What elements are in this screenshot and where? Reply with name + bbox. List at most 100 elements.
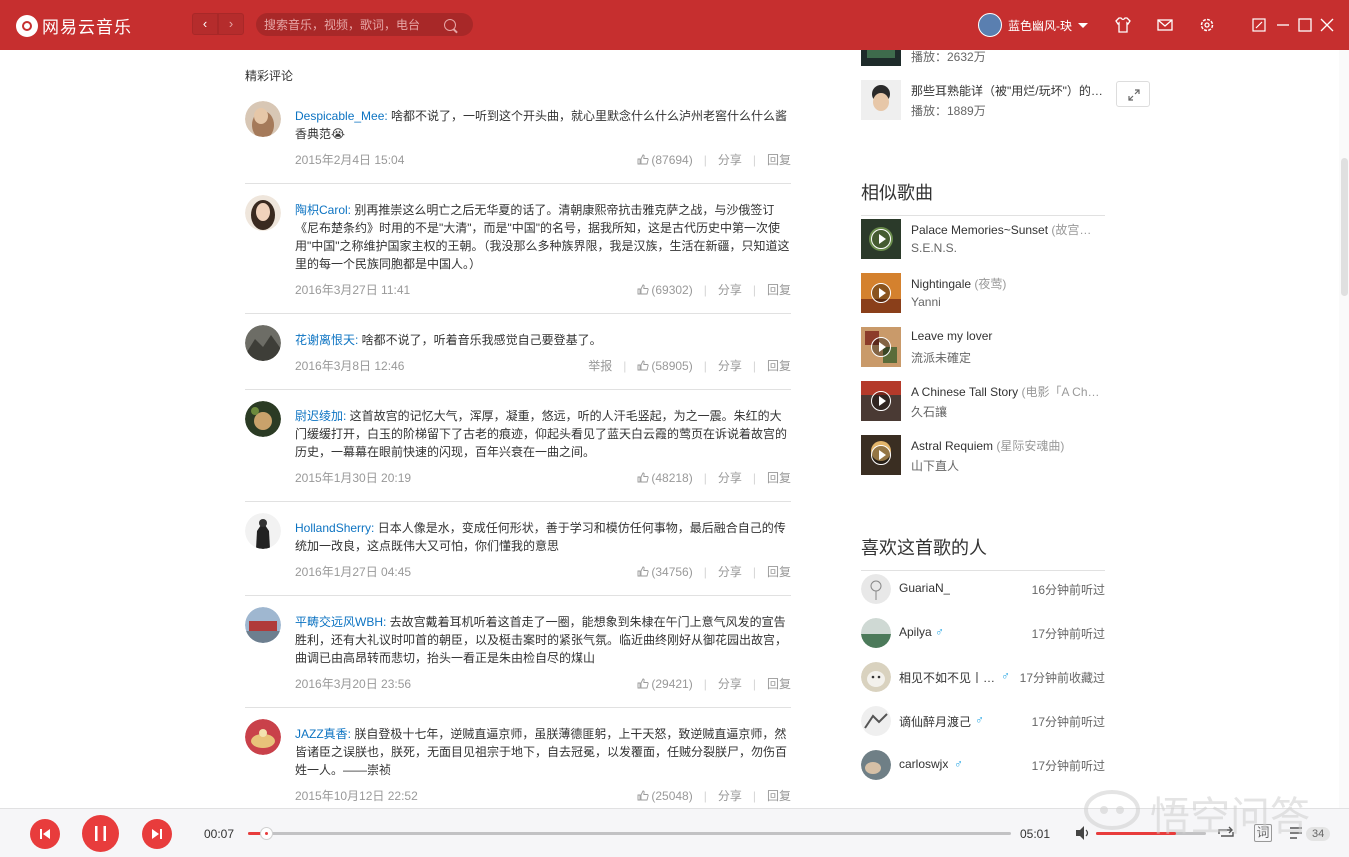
like-button[interactable]: (87694): [637, 153, 693, 167]
similar-song-item[interactable]: Leave my lover 流派未確定: [861, 327, 1105, 367]
next-track-button[interactable]: [142, 819, 172, 849]
album-cover[interactable]: [861, 219, 901, 259]
minimize-icon[interactable]: [1274, 16, 1292, 34]
song-title[interactable]: A Chinese Tall Story: [911, 385, 1018, 399]
mini-mode-icon[interactable]: [1250, 16, 1268, 34]
similar-song-item[interactable]: A Chinese Tall Story (电影「A Ch… 久石讓: [861, 381, 1105, 421]
listener-name[interactable]: GuariaN_: [899, 581, 950, 595]
mv-item[interactable]: 那些耳熟能详（被"用烂/玩坏"）的… 播放：1889万: [861, 80, 1105, 120]
search-input[interactable]: [264, 17, 444, 32]
avatar[interactable]: [245, 325, 281, 361]
listener-name[interactable]: 相见不如不见丨…: [899, 669, 995, 686]
song-title[interactable]: Leave my lover: [911, 329, 992, 343]
similar-song-item[interactable]: Nightingale (夜莺) Yanni: [861, 273, 1105, 313]
share-button[interactable]: 分享: [718, 787, 742, 804]
reply-button[interactable]: 回复: [767, 357, 791, 374]
avatar[interactable]: [245, 513, 281, 549]
comment-username[interactable]: 尉迟绫加:: [295, 409, 346, 423]
like-button[interactable]: (58905): [637, 359, 693, 373]
volume-slider[interactable]: [1096, 832, 1206, 835]
previous-track-button[interactable]: [30, 819, 60, 849]
app-logo[interactable]: 网易云音乐: [16, 13, 132, 38]
search-box[interactable]: [256, 13, 473, 36]
collapse-button[interactable]: [1116, 81, 1150, 107]
album-cover[interactable]: [861, 435, 901, 475]
album-cover[interactable]: [861, 273, 901, 313]
listener-name[interactable]: Apilya: [899, 625, 932, 639]
like-button[interactable]: (34756): [637, 565, 693, 579]
comment-username[interactable]: HollandSherry:: [295, 521, 374, 535]
reply-button[interactable]: 回复: [767, 151, 791, 168]
play-icon[interactable]: [871, 229, 891, 249]
mv-title[interactable]: 那些耳熟能详（被"用烂/玩坏"）的…: [911, 82, 1103, 99]
close-icon[interactable]: [1318, 16, 1336, 34]
share-button[interactable]: 分享: [718, 151, 742, 168]
play-icon[interactable]: [871, 283, 891, 303]
share-button[interactable]: 分享: [718, 675, 742, 692]
listener-item[interactable]: 谪仙醉月渡己 ♂ 17分钟前听过: [861, 706, 1105, 736]
listener-item[interactable]: 相见不如不见丨… ♂ 17分钟前收藏过: [861, 662, 1105, 692]
scrollbar-thumb[interactable]: [1341, 158, 1348, 296]
volume-icon[interactable]: [1074, 825, 1092, 841]
playlist-count[interactable]: 34: [1306, 827, 1331, 841]
song-artist[interactable]: Yanni: [911, 295, 941, 309]
pause-button[interactable]: [82, 815, 119, 852]
avatar[interactable]: [861, 750, 891, 780]
playlist-icon[interactable]: [1288, 825, 1308, 841]
song-artist[interactable]: 山下直人: [911, 457, 959, 474]
play-icon[interactable]: [871, 391, 891, 411]
similar-song-item[interactable]: Palace Memories~Sunset (故宫… S.E.N.S.: [861, 219, 1105, 259]
like-button[interactable]: (69302): [637, 283, 693, 297]
user-name[interactable]: 蓝色幽风-玦: [1008, 17, 1072, 34]
song-artist[interactable]: 久石讓: [911, 403, 947, 420]
listener-item[interactable]: carloswjx ♂ 17分钟前听过: [861, 750, 1105, 780]
reply-button[interactable]: 回复: [767, 281, 791, 298]
album-cover[interactable]: [861, 381, 901, 421]
avatar[interactable]: [245, 195, 281, 231]
listener-item[interactable]: Apilya ♂ 17分钟前听过: [861, 618, 1105, 648]
song-artist[interactable]: S.E.N.S.: [911, 241, 957, 255]
avatar[interactable]: [861, 574, 891, 604]
mv-thumbnail[interactable]: [861, 80, 901, 120]
comment-username[interactable]: 花谢离恨天:: [295, 333, 358, 347]
chevron-down-icon[interactable]: [1078, 22, 1088, 28]
avatar[interactable]: [861, 618, 891, 648]
comment-username[interactable]: 平畴交远风WBH:: [295, 615, 386, 629]
maximize-icon[interactable]: [1296, 16, 1314, 34]
play-icon[interactable]: [871, 337, 891, 357]
song-title[interactable]: Palace Memories~Sunset: [911, 223, 1048, 237]
mail-icon[interactable]: [1156, 16, 1174, 34]
loop-icon[interactable]: [1216, 825, 1236, 841]
reply-button[interactable]: 回复: [767, 469, 791, 486]
listener-name[interactable]: carloswjx: [899, 757, 948, 771]
comment-username[interactable]: JAZZ真香:: [295, 727, 351, 741]
reply-button[interactable]: 回复: [767, 787, 791, 804]
user-menu[interactable]: 蓝色幽风-玦: [978, 13, 1088, 37]
reply-button[interactable]: 回复: [767, 675, 791, 692]
avatar[interactable]: [245, 401, 281, 437]
comment-username[interactable]: 陶枳Carol:: [295, 203, 351, 217]
avatar[interactable]: [861, 662, 891, 692]
listener-name[interactable]: 谪仙醉月渡己: [899, 713, 971, 730]
skin-shirt-icon[interactable]: [1114, 16, 1132, 34]
song-title[interactable]: Nightingale: [911, 277, 971, 291]
song-title[interactable]: Astral Requiem: [911, 439, 993, 453]
avatar[interactable]: [861, 706, 891, 736]
lyrics-button[interactable]: 词: [1254, 824, 1272, 842]
like-button[interactable]: (29421): [637, 677, 693, 691]
share-button[interactable]: 分享: [718, 357, 742, 374]
progress-bar[interactable]: [248, 827, 1011, 840]
gear-icon[interactable]: [1198, 16, 1216, 34]
share-button[interactable]: 分享: [718, 563, 742, 580]
progress-handle[interactable]: [259, 827, 273, 840]
like-button[interactable]: (25048): [637, 789, 693, 803]
like-button[interactable]: (48218): [637, 471, 693, 485]
share-button[interactable]: 分享: [718, 469, 742, 486]
avatar[interactable]: [978, 13, 1002, 37]
comment-username[interactable]: Despicable_Mee:: [295, 109, 388, 123]
song-artist[interactable]: 流派未確定: [911, 349, 971, 366]
avatar[interactable]: [245, 101, 281, 137]
share-button[interactable]: 分享: [718, 281, 742, 298]
reply-button[interactable]: 回复: [767, 563, 791, 580]
avatar[interactable]: [245, 719, 281, 755]
